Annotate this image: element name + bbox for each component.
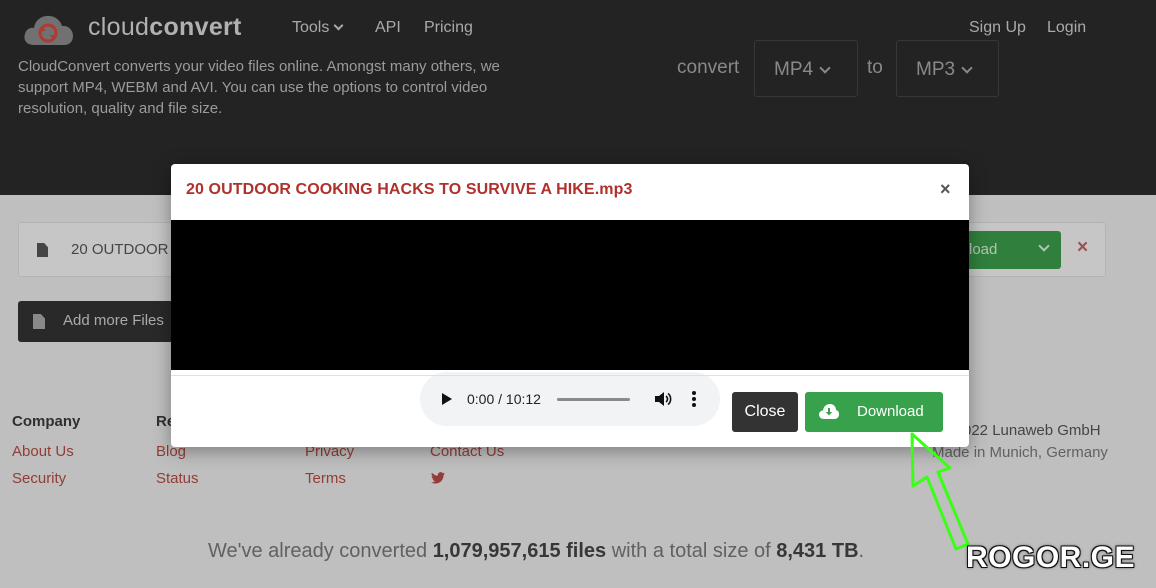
cloud-download-icon <box>819 404 839 419</box>
more-options-icon[interactable] <box>692 391 696 407</box>
audio-time: 0:00 / 10:12 <box>467 391 541 407</box>
volume-icon[interactable] <box>654 391 672 407</box>
annotation-arrow-icon <box>910 432 970 551</box>
play-icon[interactable] <box>442 393 452 405</box>
close-button[interactable]: Close <box>732 392 798 432</box>
audio-player: 0:00 / 10:12 <box>420 372 720 426</box>
modal-footer-divider <box>171 375 969 376</box>
close-icon[interactable]: × <box>940 179 951 199</box>
download-label: Download <box>857 403 924 420</box>
media-player-area: 0:00 / 10:12 <box>171 220 969 426</box>
watermark-logo: ROGOR.GE <box>966 541 1136 574</box>
audio-seek-bar[interactable] <box>557 398 630 401</box>
preview-modal: 20 OUTDOOR COOKING HACKS TO SURVIVE A HI… <box>171 164 969 447</box>
modal-title: 20 OUTDOOR COOKING HACKS TO SURVIVE A HI… <box>186 181 633 198</box>
download-button[interactable]: Download <box>805 392 943 432</box>
